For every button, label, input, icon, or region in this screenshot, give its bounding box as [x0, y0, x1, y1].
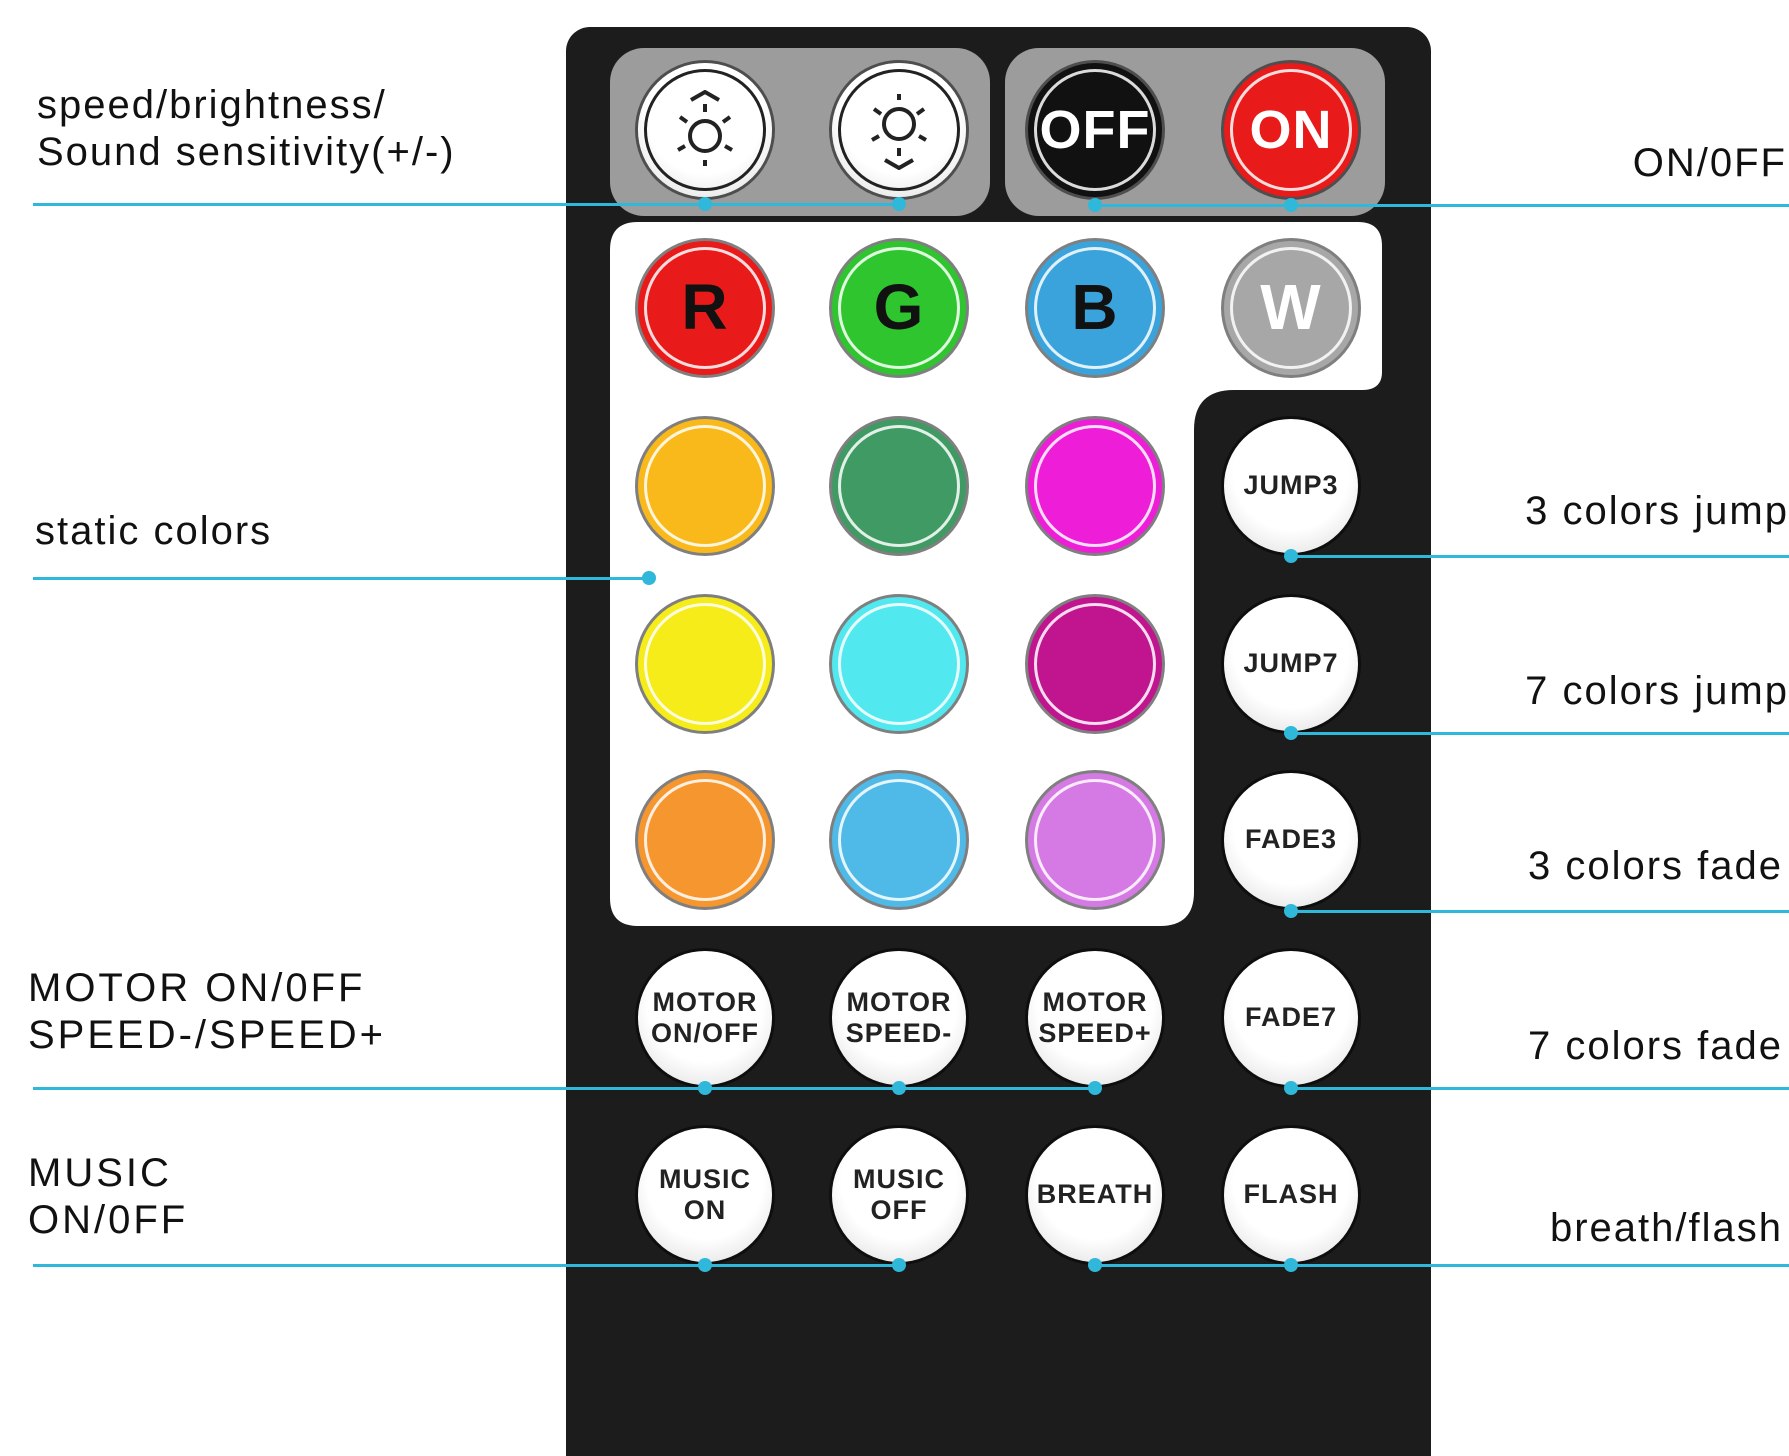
- music-off-button[interactable]: MUSIC OFF: [832, 1128, 966, 1262]
- callout-dot: [1088, 1081, 1102, 1095]
- motor-speed-minus-button[interactable]: MOTOR SPEED-: [832, 951, 966, 1085]
- callout-line-jump3: [1291, 555, 1789, 558]
- on-button[interactable]: ON: [1224, 63, 1358, 197]
- speed-brightness-label: speed/brightness/ Sound sensitivity(+/-): [37, 83, 456, 175]
- fade7-caption: 7 colors fade: [1527, 1024, 1783, 1068]
- jump3-label: JUMP3: [1243, 470, 1339, 501]
- callout-dot: [1284, 198, 1298, 212]
- callout-dot: [1284, 1258, 1298, 1272]
- callout-line-onoff: [1093, 204, 1789, 207]
- breath-button[interactable]: BREATH: [1028, 1128, 1162, 1262]
- callout-dot: [1284, 1081, 1298, 1095]
- jump7-label: JUMP7: [1243, 648, 1339, 679]
- callout-dot: [1088, 198, 1102, 212]
- callout-dot: [1284, 549, 1298, 563]
- red-button[interactable]: R: [638, 241, 772, 375]
- fade3-caption: 3 colors fade: [1527, 844, 1783, 888]
- static-color-button[interactable]: [832, 419, 966, 553]
- onoff-label: ON/0FF: [1632, 141, 1787, 185]
- static-color-button[interactable]: [638, 773, 772, 907]
- music-on-button[interactable]: MUSIC ON: [638, 1128, 772, 1262]
- callout-dot: [1088, 1258, 1102, 1272]
- brightness-down-button[interactable]: [832, 63, 966, 197]
- on-label: ON: [1249, 99, 1333, 160]
- callout-dot: [892, 1081, 906, 1095]
- callout-dot: [642, 571, 656, 585]
- callout-line-music: [33, 1264, 901, 1267]
- callout-dot: [892, 197, 906, 211]
- brightness-up-button[interactable]: [638, 63, 772, 197]
- blue-button[interactable]: B: [1028, 241, 1162, 375]
- jump7-caption: 7 colors jump: [1525, 669, 1789, 713]
- static-colors-label: static colors: [35, 509, 273, 553]
- music-off-label: MUSIC OFF: [853, 1163, 945, 1225]
- green-label: G: [873, 271, 925, 344]
- callout-line-speed: [33, 203, 903, 206]
- static-color-button[interactable]: [1028, 419, 1162, 553]
- motor-speed-plus-button[interactable]: MOTOR SPEED+: [1028, 951, 1162, 1085]
- breathflash-caption: breath/flash: [1549, 1206, 1783, 1250]
- motor-speed-minus-label: MOTOR SPEED-: [845, 986, 953, 1048]
- fade3-button[interactable]: FADE3: [1224, 773, 1358, 907]
- white-button[interactable]: W: [1224, 241, 1358, 375]
- callout-dot: [698, 1081, 712, 1095]
- motor-caption: MOTOR ON/0FF SPEED-/SPEED+: [28, 966, 387, 1058]
- callout-dot: [1284, 904, 1298, 918]
- motor-onoff-label: MOTOR ON/OFF: [651, 986, 759, 1048]
- callout-line-jump7: [1291, 732, 1789, 735]
- callout-dot: [698, 197, 712, 211]
- jump3-button[interactable]: JUMP3: [1224, 419, 1358, 553]
- off-button[interactable]: OFF: [1028, 63, 1162, 197]
- flash-button[interactable]: FLASH: [1224, 1128, 1358, 1262]
- static-color-button[interactable]: [1028, 773, 1162, 907]
- fade7-label: FADE7: [1244, 1002, 1338, 1033]
- motor-onoff-button[interactable]: MOTOR ON/OFF: [638, 951, 772, 1085]
- blue-label: B: [1071, 271, 1119, 344]
- static-color-button[interactable]: [1028, 597, 1162, 731]
- callout-line-breathflash: [1095, 1264, 1789, 1267]
- callout-line-static: [33, 577, 649, 580]
- callout-line-fade3: [1291, 910, 1789, 913]
- fade7-button[interactable]: FADE7: [1224, 951, 1358, 1085]
- static-color-button[interactable]: [638, 597, 772, 731]
- off-label: OFF: [1039, 99, 1151, 160]
- callout-dot: [698, 1258, 712, 1272]
- sun-down-icon: [871, 94, 927, 170]
- sun-up-icon: [677, 90, 733, 166]
- callout-line-fade7: [1291, 1087, 1789, 1090]
- callout-line-motor: [33, 1087, 1097, 1090]
- callout-dot: [1284, 726, 1298, 740]
- jump7-button[interactable]: JUMP7: [1224, 597, 1358, 731]
- fade3-label: FADE3: [1244, 824, 1338, 855]
- green-button[interactable]: G: [832, 241, 966, 375]
- red-label: R: [681, 271, 729, 344]
- music-on-label: MUSIC ON: [659, 1163, 751, 1225]
- static-color-button[interactable]: [638, 419, 772, 553]
- flash-label: FLASH: [1243, 1179, 1339, 1210]
- jump3-caption: 3 colors jump: [1525, 489, 1789, 533]
- callout-dot: [892, 1258, 906, 1272]
- motor-speed-plus-label: MOTOR SPEED+: [1038, 986, 1152, 1048]
- music-caption: MUSIC ON/0FF: [28, 1151, 189, 1243]
- static-color-button[interactable]: [832, 773, 966, 907]
- white-label: W: [1260, 271, 1322, 344]
- breath-label: BREATH: [1036, 1179, 1154, 1210]
- static-color-button[interactable]: [832, 597, 966, 731]
